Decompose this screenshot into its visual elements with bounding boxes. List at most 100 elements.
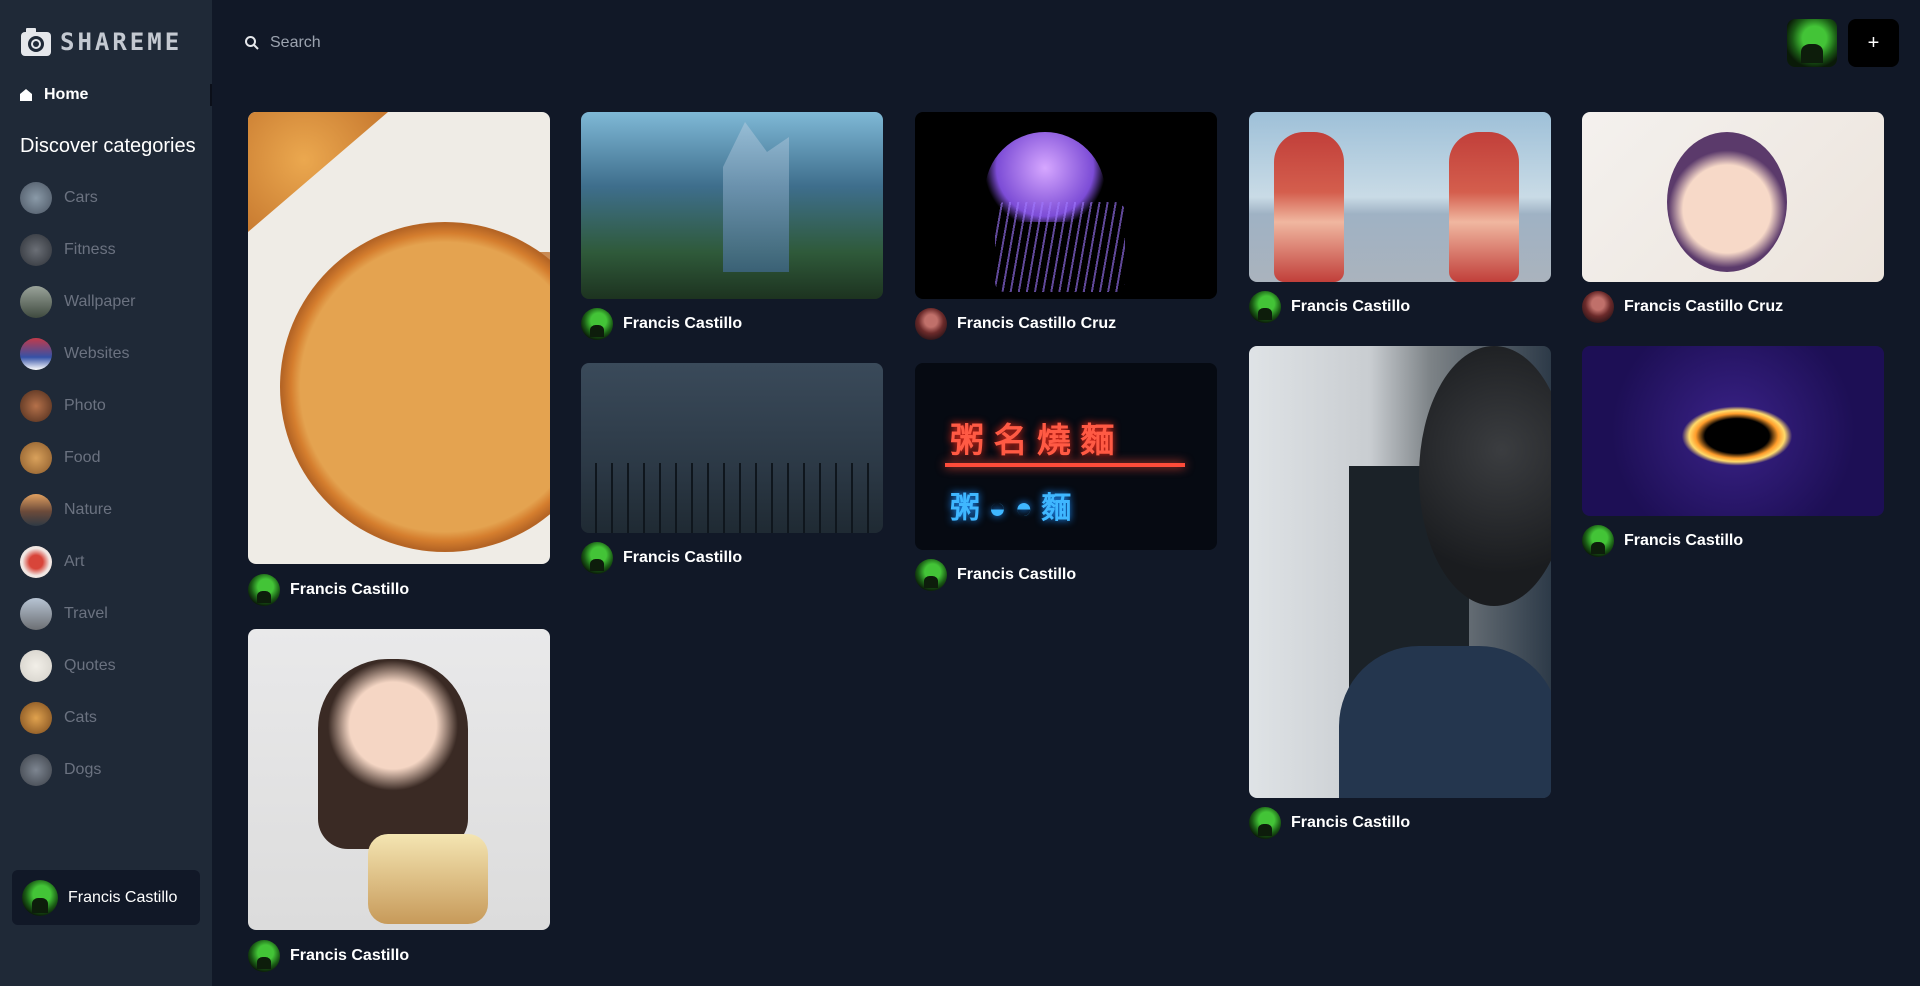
sidebar-item-fitness[interactable]: Fitness — [20, 234, 116, 266]
profile-avatar[interactable] — [1787, 19, 1837, 67]
owner-name: Francis Castillo — [623, 315, 743, 332]
pin-owner[interactable]: Francis Castillo — [1249, 807, 1410, 839]
sidebar-item-art[interactable]: Art — [20, 546, 84, 578]
sidebar-item-label: Travel — [64, 605, 108, 622]
user-profile-card[interactable]: Francis Castillo — [12, 870, 200, 925]
owner-name: Francis Castillo — [1291, 814, 1411, 831]
pin-card[interactable]: Francis Castillo — [1582, 346, 1884, 557]
castle-shape — [723, 122, 789, 272]
category-thumbnail — [20, 546, 52, 578]
camera-icon — [21, 28, 51, 56]
owner-name: Francis Castillo Cruz — [1624, 298, 1784, 315]
owner-name: Francis Castillo Cruz — [957, 315, 1117, 332]
pin-owner[interactable]: Francis Castillo Cruz — [1582, 291, 1783, 323]
sidebar-item-quotes[interactable]: Quotes — [20, 650, 116, 682]
category-thumbnail — [20, 234, 52, 266]
category-thumbnail — [20, 650, 52, 682]
category-thumbnail — [20, 494, 52, 526]
pin-card[interactable]: Francis Castillo — [581, 112, 883, 340]
pin-card[interactable]: Francis Castillo — [248, 112, 550, 606]
pin-owner[interactable]: Francis Castillo — [915, 559, 1076, 591]
category-thumbnail — [20, 754, 52, 786]
pin-owner[interactable]: Francis Castillo — [581, 542, 742, 574]
person-shape — [318, 659, 468, 849]
sidebar: SHAREME Home Discover categories Cars Fi… — [0, 0, 212, 986]
sidebar-item-label: Art — [64, 553, 85, 570]
home-icon — [20, 89, 32, 101]
pin-image[interactable] — [1249, 112, 1551, 282]
category-thumbnail — [20, 702, 52, 734]
character-shape — [1449, 132, 1519, 282]
sidebar-item-label: Home — [44, 86, 89, 103]
discover-categories-heading: Discover categories — [20, 135, 196, 157]
pin-owner[interactable]: Francis Castillo — [248, 574, 409, 606]
pin-card[interactable]: Francis Castillo — [248, 629, 550, 972]
owner-name: Francis Castillo — [1291, 298, 1411, 315]
sidebar-item-cars[interactable]: Cars — [20, 182, 98, 214]
pin-image[interactable] — [581, 112, 883, 299]
shoulders-shape — [1339, 646, 1551, 798]
pin-image[interactable] — [1582, 112, 1884, 282]
pin-owner[interactable]: Francis Castillo — [581, 308, 742, 340]
create-pin-button[interactable]: + — [1848, 19, 1899, 67]
character-shape — [1274, 132, 1344, 282]
avatar — [1582, 525, 1614, 557]
owner-name: Francis Castillo — [623, 549, 743, 566]
portrait-shape — [1667, 132, 1787, 272]
pin-image[interactable]: 粥 名 燒 麵 粥 ◒ ◓ 麵 — [915, 363, 1217, 550]
sidebar-item-dogs[interactable]: Dogs — [20, 754, 101, 786]
sidebar-item-travel[interactable]: Travel — [20, 598, 108, 630]
pizza-shape — [280, 222, 550, 552]
pin-card[interactable]: Francis Castillo — [1249, 346, 1551, 840]
sidebar-item-label: Food — [64, 449, 101, 466]
logo-text: SHAREME — [60, 28, 183, 56]
tentacles-shape — [995, 202, 1125, 292]
neon-line — [945, 463, 1185, 467]
pin-image[interactable] — [1582, 346, 1884, 516]
logo[interactable]: SHAREME — [20, 26, 182, 58]
pin-card[interactable]: Francis Castillo — [1249, 112, 1551, 323]
sidebar-item-cats[interactable]: Cats — [20, 702, 97, 734]
pin-image[interactable] — [248, 629, 550, 930]
category-thumbnail — [20, 182, 52, 214]
cake-shape — [368, 834, 488, 924]
pin-owner[interactable]: Francis Castillo — [1582, 525, 1743, 557]
sidebar-item-nature[interactable]: Nature — [20, 494, 112, 526]
avatar — [1249, 291, 1281, 323]
pin-card[interactable]: Francis Castillo Cruz — [1582, 112, 1884, 323]
search-bar[interactable]: Search — [244, 30, 321, 56]
sidebar-item-label: Fitness — [64, 241, 116, 258]
avatar — [1249, 807, 1281, 839]
search-input[interactable]: Search — [270, 34, 321, 52]
sidebar-item-home[interactable]: Home — [20, 84, 212, 106]
active-indicator — [210, 84, 212, 106]
category-thumbnail — [20, 286, 52, 318]
owner-name: Francis Castillo — [290, 947, 410, 964]
pin-card[interactable]: 粥 名 燒 麵 粥 ◒ ◓ 麵 Francis Castillo — [915, 363, 1217, 591]
sidebar-item-food[interactable]: Food — [20, 442, 100, 474]
pin-owner[interactable]: Francis Castillo — [1249, 291, 1410, 323]
neon-glyphs: 粥 名 燒 麵 — [950, 422, 1115, 460]
user-name: Francis Castillo — [68, 888, 178, 906]
pin-owner[interactable]: Francis Castillo — [248, 940, 409, 972]
sidebar-item-label: Quotes — [64, 657, 116, 674]
sidebar-item-label: Dogs — [64, 761, 102, 778]
avatar — [248, 940, 280, 972]
sidebar-item-label: Photo — [64, 397, 106, 414]
pin-image[interactable] — [1249, 346, 1551, 798]
sidebar-item-photo[interactable]: Photo — [20, 390, 106, 422]
owner-name: Francis Castillo — [290, 581, 410, 598]
search-icon — [245, 36, 259, 50]
pizza-slice-shape — [248, 112, 388, 232]
pin-owner[interactable]: Francis Castillo Cruz — [915, 308, 1116, 340]
pin-image[interactable] — [248, 112, 550, 564]
category-thumbnail — [20, 442, 52, 474]
neon-glyphs-blue: 粥 ◒ ◓ 麵 — [950, 492, 1072, 525]
sidebar-item-websites[interactable]: Websites — [20, 338, 130, 370]
pin-card[interactable]: Francis Castillo — [581, 363, 883, 574]
pin-image[interactable] — [581, 363, 883, 533]
sidebar-item-wallpaper[interactable]: Wallpaper — [20, 286, 135, 318]
avatar — [1582, 291, 1614, 323]
pin-card[interactable]: Francis Castillo Cruz — [915, 112, 1217, 340]
pin-image[interactable] — [915, 112, 1217, 299]
